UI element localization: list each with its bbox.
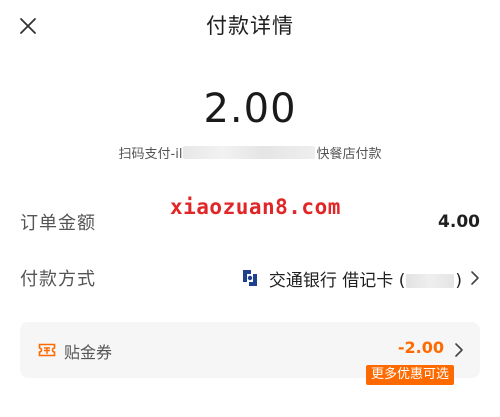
bank-card-close-paren: )	[455, 270, 462, 291]
order-amount-label: 订单金额	[20, 213, 96, 234]
payment-method-value-group: 交通银行 借记卡 ()	[239, 266, 480, 291]
bank-card-name: 交通银行 借记卡 (	[268, 270, 406, 291]
page-title: 付款详情	[206, 14, 294, 38]
redacted-merchant-name	[183, 145, 316, 159]
coupon-discount-value: -2.00	[397, 338, 444, 357]
payment-method-label: 付款方式	[20, 269, 96, 290]
merchant-description: 扫码支付-il 快餐店付款	[0, 143, 500, 162]
bank-logo-icon	[242, 270, 257, 286]
chevron-right-icon	[471, 271, 479, 285]
watermark-text: xiaozuan8.com	[170, 195, 341, 219]
merchant-prefix: 扫码支付-il	[118, 146, 183, 162]
payment-method-value: 交通银行 借记卡 ()	[269, 266, 462, 291]
chevron-right-icon	[455, 343, 463, 357]
coupon-label: 贴金券	[64, 343, 113, 362]
merchant-suffix: 快餐店付款	[316, 146, 382, 162]
payment-detail-page: 付款详情 2.00 扫码支付-il 快餐店付款 订单金额 4.00 xiaozu…	[0, 0, 500, 417]
payment-method-row[interactable]: 付款方式 交通银行 借记卡 ()	[20, 263, 480, 293]
more-offers-badge[interactable]: 更多优惠可选	[366, 365, 455, 385]
header: 付款详情	[0, 0, 500, 48]
payment-amount: 2.00	[203, 86, 297, 132]
coupon-ticket-icon	[38, 343, 56, 357]
order-amount-value: 4.00	[438, 212, 480, 232]
redacted-card-number	[406, 273, 455, 288]
